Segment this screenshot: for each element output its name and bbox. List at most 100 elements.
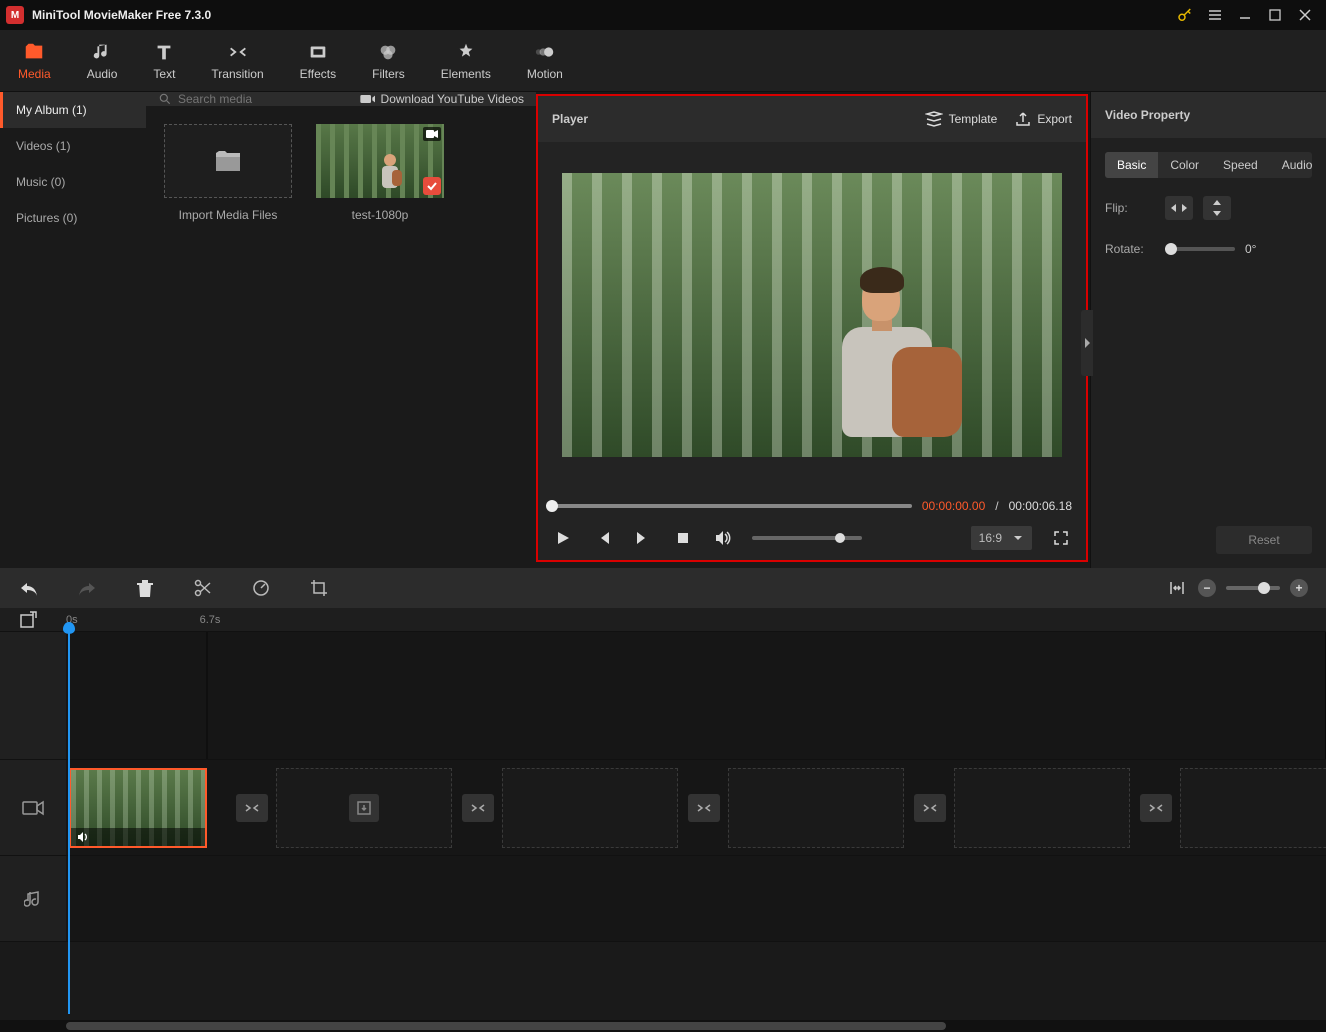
transition-slot[interactable] — [688, 794, 720, 822]
fit-timeline-button[interactable] — [1166, 577, 1188, 599]
zoom-in-button[interactable]: + — [1290, 579, 1308, 597]
playhead[interactable] — [68, 630, 70, 1014]
time-separator: / — [995, 499, 998, 513]
folder-icon — [214, 149, 242, 173]
video-track-header — [0, 760, 66, 855]
reset-button[interactable]: Reset — [1216, 526, 1312, 554]
flip-horizontal-button[interactable] — [1165, 196, 1193, 220]
player-panel: Player Template Export — [536, 94, 1088, 562]
tab-label: Elements — [441, 67, 491, 81]
ruler-tick: 6.7s — [200, 614, 221, 626]
search-icon — [158, 92, 172, 106]
split-button[interactable] — [192, 577, 214, 599]
empty-slot[interactable] — [728, 768, 904, 848]
stop-button[interactable] — [672, 527, 694, 549]
search-input[interactable] — [178, 92, 298, 106]
video-download-icon — [359, 92, 375, 106]
media-panel: My Album (1) Videos (1) Music (0) Pictur… — [0, 92, 536, 568]
transition-slot[interactable] — [462, 794, 494, 822]
close-button[interactable] — [1290, 5, 1320, 25]
next-frame-button[interactable] — [632, 527, 654, 549]
delete-button[interactable] — [134, 577, 156, 599]
empty-slot[interactable] — [276, 768, 452, 848]
transition-icon — [1148, 801, 1164, 815]
empty-slot[interactable] — [1180, 768, 1326, 848]
redo-button[interactable] — [76, 577, 98, 599]
clip-audio-icon — [71, 828, 205, 846]
rotate-value: 0° — [1245, 242, 1256, 256]
collapse-panel-button[interactable] — [1081, 310, 1093, 376]
player-title: Player — [552, 112, 588, 126]
export-label: Export — [1037, 112, 1072, 126]
video-badge-icon — [423, 127, 441, 141]
prop-tab-audio[interactable]: Audio — [1270, 152, 1312, 178]
transition-icon — [470, 801, 486, 815]
transition-icon — [244, 801, 260, 815]
audio-track-header — [0, 856, 66, 941]
minimize-button[interactable] — [1230, 5, 1260, 25]
tab-text[interactable]: Text — [149, 37, 179, 85]
album-label: Pictures (0) — [16, 211, 77, 225]
tab-media[interactable]: Media — [14, 37, 55, 85]
album-my-album[interactable]: My Album (1) — [0, 92, 146, 128]
audio-track[interactable] — [66, 856, 1326, 941]
transition-slot[interactable] — [236, 794, 268, 822]
export-icon — [1015, 111, 1031, 127]
prop-tab-basic[interactable]: Basic — [1105, 152, 1158, 178]
tab-filters[interactable]: Filters — [368, 37, 409, 85]
seek-slider[interactable] — [552, 504, 912, 508]
search-wrap — [158, 92, 298, 106]
tab-effects[interactable]: Effects — [296, 37, 340, 85]
crop-button[interactable] — [308, 577, 330, 599]
flip-vertical-button[interactable] — [1203, 196, 1231, 220]
prop-tab-color[interactable]: Color — [1158, 152, 1211, 178]
speed-button[interactable] — [250, 577, 272, 599]
app-logo: M — [6, 6, 24, 24]
add-track-button[interactable] — [18, 610, 38, 630]
download-label: Download YouTube Videos — [381, 92, 524, 106]
tab-label: Motion — [527, 67, 563, 81]
download-icon — [356, 800, 372, 816]
tab-motion[interactable]: Motion — [523, 37, 567, 85]
video-track[interactable] — [66, 760, 1326, 855]
album-music[interactable]: Music (0) — [0, 164, 146, 200]
menu-button[interactable] — [1200, 5, 1230, 25]
play-button[interactable] — [552, 527, 574, 549]
aspect-ratio-select[interactable]: 16:9 — [971, 526, 1032, 550]
tab-transition[interactable]: Transition — [207, 37, 267, 85]
flip-horizontal-icon — [1171, 201, 1187, 215]
prev-frame-button[interactable] — [592, 527, 614, 549]
ruler[interactable]: 0s 6.7s — [0, 608, 1326, 632]
transition-slot[interactable] — [1140, 794, 1172, 822]
aspect-value: 16:9 — [979, 531, 1002, 545]
upgrade-key-icon[interactable] — [1170, 5, 1200, 25]
zoom-slider[interactable] — [1226, 586, 1280, 590]
empty-slot[interactable] — [954, 768, 1130, 848]
album-pictures[interactable]: Pictures (0) — [0, 200, 146, 236]
album-videos[interactable]: Videos (1) — [0, 128, 146, 164]
template-button[interactable]: Template — [925, 111, 998, 127]
export-button[interactable]: Export — [1015, 111, 1072, 127]
download-youtube-button[interactable]: Download YouTube Videos — [359, 92, 524, 106]
tab-elements[interactable]: Elements — [437, 37, 495, 85]
import-tile[interactable]: Import Media Files — [164, 124, 292, 222]
rotate-slider[interactable] — [1165, 247, 1235, 251]
transition-slot[interactable] — [914, 794, 946, 822]
timeline: 0s 6.7s — [0, 608, 1326, 1032]
timeline-toolbar: − + — [0, 568, 1326, 608]
property-title: Video Property — [1091, 92, 1326, 138]
fullscreen-button[interactable] — [1050, 527, 1072, 549]
chevron-right-icon — [1083, 338, 1091, 348]
timeline-scrollbar[interactable] — [0, 1020, 1326, 1032]
media-clip[interactable]: test-1080p — [316, 124, 444, 222]
volume-button[interactable] — [712, 527, 734, 549]
empty-slot[interactable] — [502, 768, 678, 848]
album-list: My Album (1) Videos (1) Music (0) Pictur… — [0, 92, 146, 240]
undo-button[interactable] — [18, 577, 40, 599]
zoom-out-button[interactable]: − — [1198, 579, 1216, 597]
tab-audio[interactable]: Audio — [83, 37, 122, 85]
maximize-button[interactable] — [1260, 5, 1290, 25]
volume-slider[interactable] — [752, 536, 862, 540]
timeline-clip[interactable] — [69, 768, 207, 848]
prop-tab-speed[interactable]: Speed — [1211, 152, 1270, 178]
